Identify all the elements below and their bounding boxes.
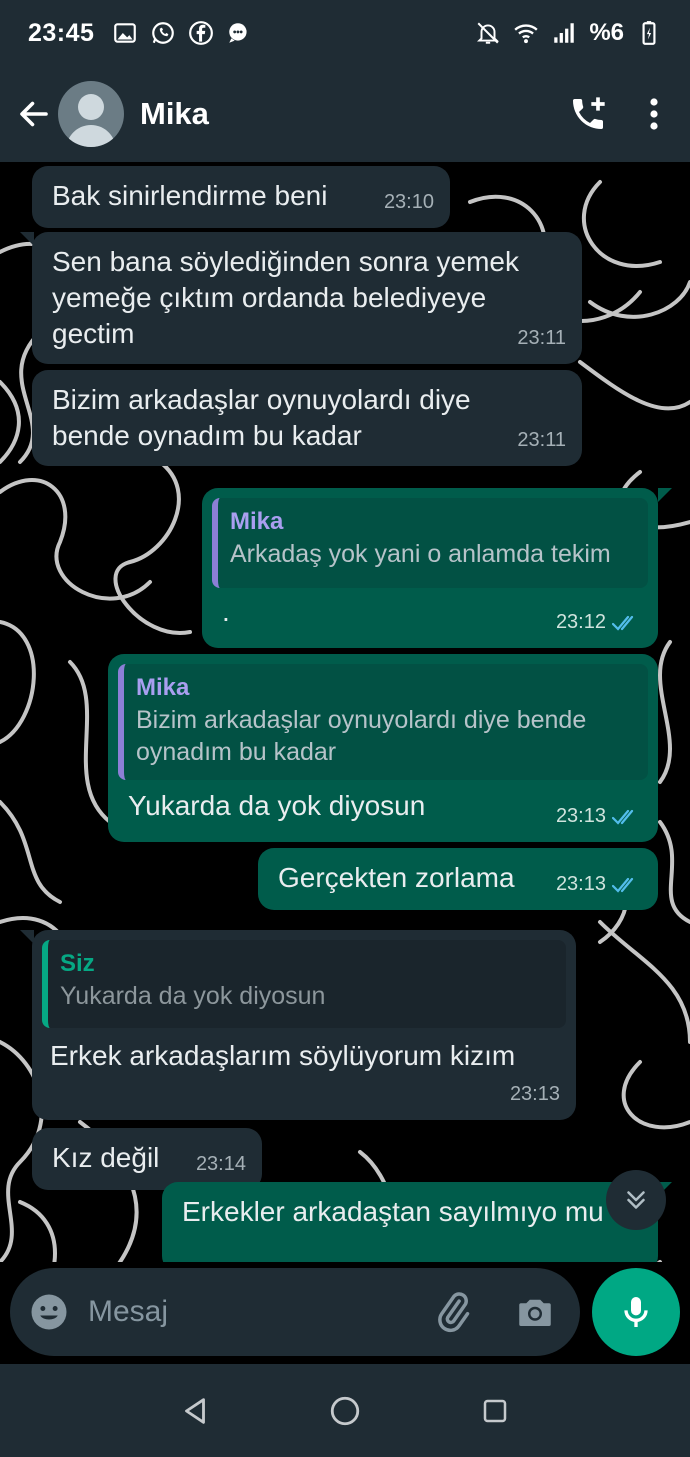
add-call-icon[interactable]: [568, 94, 608, 134]
quote-author: Siz: [60, 950, 95, 977]
message-text: Sen bana söylediğinden sonra yemek yemeğ…: [52, 246, 519, 349]
chat-header: Mika: [0, 66, 690, 162]
message-input[interactable]: Mesaj: [88, 1295, 432, 1329]
back-arrow-icon[interactable]: [10, 90, 58, 138]
wifi-icon: [513, 20, 539, 46]
message-incoming[interactable]: Kız değil 23:14: [32, 1128, 262, 1190]
system-icons: %6: [475, 19, 662, 47]
emoji-icon[interactable]: [28, 1291, 70, 1333]
double-chevron-down-icon: [627, 1191, 645, 1209]
message-text: Erkek arkadaşlarım söylüyorum kizım: [50, 1040, 516, 1071]
contact-avatar[interactable]: [58, 81, 124, 147]
message-text: Bizim arkadaşlar oynuyolardı diye bende …: [52, 384, 471, 451]
attach-paperclip-icon[interactable]: [432, 1291, 474, 1333]
mute-bell-icon: [475, 20, 501, 46]
message-time: 23:10: [383, 191, 434, 213]
camera-icon[interactable]: [514, 1291, 556, 1333]
nav-recents-icon[interactable]: [465, 1381, 525, 1441]
facebook-icon: [188, 20, 214, 46]
quote-text: Bizim arkadaşlar oynuyolardı diye bende …: [136, 706, 587, 766]
message-outgoing[interactable]: Mika Bizim arkadaşlar oynuyolardı diye b…: [108, 654, 658, 842]
nav-home-icon[interactable]: [315, 1381, 375, 1441]
voice-record-button[interactable]: [592, 1268, 680, 1356]
quote-text: Arkadaş yok yani o anlamda tekim: [230, 540, 611, 568]
message-outgoing[interactable]: Gerçekten zorlama 23:13: [258, 848, 658, 910]
quoted-message[interactable]: Mika Bizim arkadaşlar oynuyolardı diye b…: [118, 664, 648, 780]
message-outgoing[interactable]: Erkekler arkadaştan sayılmıyo mu: [162, 1182, 658, 1262]
message-time: 23:11: [517, 327, 566, 349]
message-text: Gerçekten zorlama: [278, 862, 515, 893]
double-check-read-icon: [612, 615, 634, 631]
nav-back-icon[interactable]: [165, 1381, 225, 1441]
message-time: 23:13: [556, 798, 642, 834]
microphone-icon: [624, 1297, 648, 1327]
quote-text: Yukarda da yok diyosun: [60, 982, 326, 1010]
battery-charging-icon: [636, 20, 662, 46]
message-text: Kız değil: [52, 1142, 160, 1173]
bubble-tail: [658, 488, 672, 502]
message-outgoing[interactable]: Mika Arkadaş yok yani o anlamda tekim . …: [202, 488, 658, 648]
more-options-icon[interactable]: [648, 96, 660, 132]
message-text: Bak sinirlendirme beni: [52, 180, 328, 211]
message-time: 23:12: [556, 604, 642, 640]
quote-author: Mika: [136, 674, 190, 701]
message-time: 23:13: [556, 866, 642, 902]
scroll-to-bottom-button[interactable]: [606, 1170, 666, 1230]
status-time: 23:45: [28, 18, 95, 47]
message-text: Erkekler arkadaştan sayılmıyo mu: [182, 1196, 604, 1227]
status-bar: 23:45 %6: [0, 0, 690, 66]
quoted-message[interactable]: Mika Arkadaş yok yani o anlamda tekim: [212, 498, 648, 588]
battery-percent: %6: [589, 19, 624, 46]
notification-icons: [112, 20, 252, 46]
whatsapp-icon: [150, 20, 176, 46]
double-check-read-icon: [612, 809, 634, 825]
double-check-read-icon: [612, 877, 634, 893]
message-incoming[interactable]: Bizim arkadaşlar oynuyolardı diye bende …: [32, 370, 582, 466]
gallery-icon: [112, 20, 138, 46]
system-navigation-bar: [0, 1364, 690, 1457]
message-input-bar: Mesaj: [10, 1268, 580, 1356]
message-time: 23:11: [517, 429, 566, 451]
message-incoming[interactable]: Sen bana söylediğinden sonra yemek yemeğ…: [32, 232, 582, 364]
message-time: 23:13: [509, 1083, 560, 1105]
quoted-message[interactable]: Siz Yukarda da yok diyosun: [42, 940, 566, 1028]
message-incoming[interactable]: Siz Yukarda da yok diyosun Erkek arkadaş…: [32, 930, 576, 1120]
signal-icon: [551, 20, 577, 46]
message-incoming[interactable]: Bak sinirlendirme beni 23:10: [32, 166, 450, 228]
message-time: 23:14: [195, 1153, 246, 1175]
quote-author: Mika: [230, 508, 284, 535]
chat-bubble-icon: [226, 20, 252, 46]
contact-name[interactable]: Mika: [140, 96, 209, 132]
chat-area[interactable]: Bak sinirlendirme beni 23:10 Sen bana sö…: [0, 162, 690, 1262]
